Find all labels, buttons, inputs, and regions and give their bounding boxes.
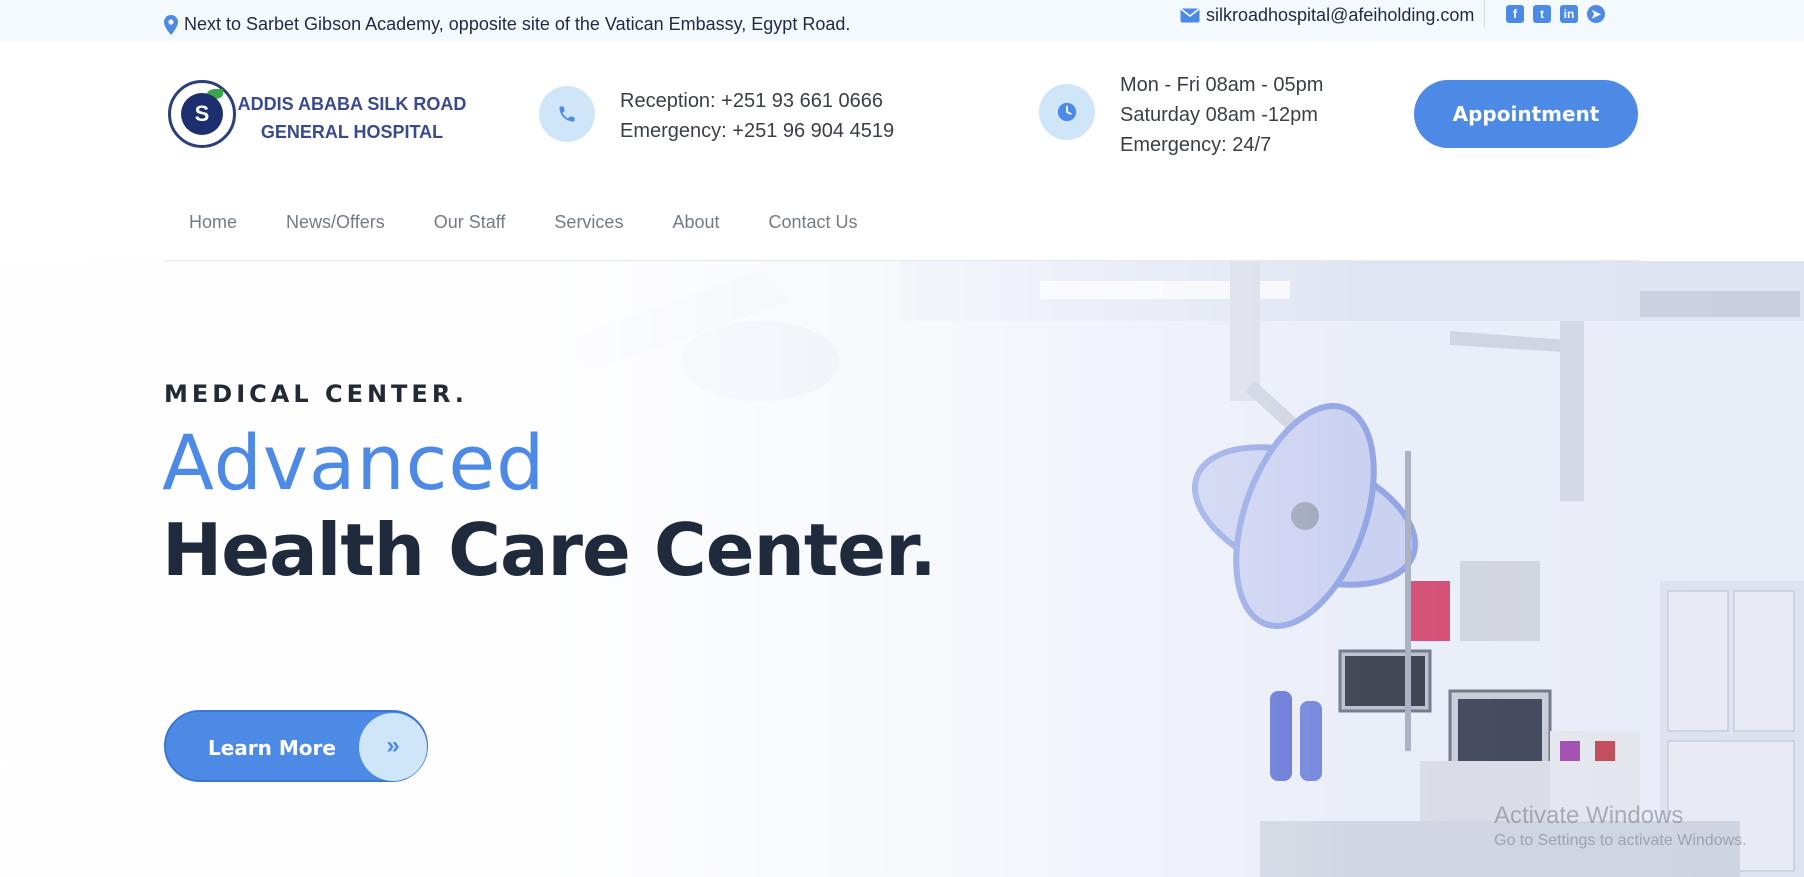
main-nav: Home News/Offers Our Staff Services Abou… [189,212,907,233]
email-link[interactable]: silkroadhospital@afeiholding.com [1180,5,1474,26]
address-info: Next to Sarbet Gibson Academy, opposite … [164,14,850,35]
hours-saturday: Saturday 08am -12pm [1120,104,1318,126]
phone-icon-circle [539,86,595,142]
email-text: silkroadhospital@afeiholding.com [1206,5,1475,25]
learn-more-label: Learn More [208,736,336,760]
learn-more-button[interactable]: Learn More » [164,710,428,782]
facebook-icon[interactable]: f [1506,5,1524,23]
phone-icon [559,106,575,122]
reception-phone[interactable]: Reception: +251 93 661 0666 [620,86,894,116]
clock-icon [1057,102,1077,122]
nav-item-services[interactable]: Services [554,212,623,233]
nav-item-contact-us[interactable]: Contact Us [769,212,858,233]
hero-kicker: MEDICAL CENTER. [164,380,468,408]
telegram-icon[interactable]: ➤ [1587,5,1605,23]
opening-hours: Mon - Fri 08am - 05pm Saturday 08am -12p… [1120,70,1323,160]
appointment-button[interactable]: Appointment [1414,80,1638,148]
nav-item-home[interactable]: Home [189,212,237,233]
social-links: f t in ➤ [1506,5,1605,23]
address-text: Next to Sarbet Gibson Academy, opposite … [184,14,851,34]
hero-headline-accent: Advanced [162,418,546,507]
hospital-logo[interactable]: S [168,80,236,148]
hours-emergency: Emergency: 24/7 [1120,134,1272,156]
hospital-name-line2: GENERAL HOSPITAL [260,122,444,142]
double-chevron-right-icon: » [359,713,427,781]
linkedin-icon[interactable]: in [1560,5,1578,23]
logo-mark: S [181,93,223,135]
clock-icon-circle [1039,84,1095,140]
watermark-title: Activate Windows [1494,802,1684,829]
hospital-name-line1: ADDIS ABABA SILK ROAD [237,94,467,114]
topbar-divider [1484,0,1485,28]
watermark-subtitle: Go to Settings to activate Windows. [1494,832,1747,849]
nav-item-about[interactable]: About [672,212,719,233]
twitter-icon[interactable]: t [1533,5,1551,23]
hospital-name[interactable]: ADDIS ABABA SILK ROAD GENERAL HOSPITAL [236,90,468,146]
envelope-icon [1180,8,1200,23]
hours-weekday: Mon - Fri 08am - 05pm [1120,74,1324,96]
map-pin-icon [164,14,178,35]
contact-phones: Reception: +251 93 661 0666 Emergency: +… [620,86,894,146]
emergency-phone[interactable]: Emergency: +251 96 904 4519 [620,116,894,146]
windows-activation-watermark: Activate Windows Go to Settings to activ… [1494,802,1747,850]
hero-headline-main: Health Care Center. [162,508,937,592]
top-info-bar: Next to Sarbet Gibson Academy, opposite … [0,0,1804,41]
nav-item-news-offers[interactable]: News/Offers [286,212,385,233]
nav-item-our-staff[interactable]: Our Staff [434,212,506,233]
